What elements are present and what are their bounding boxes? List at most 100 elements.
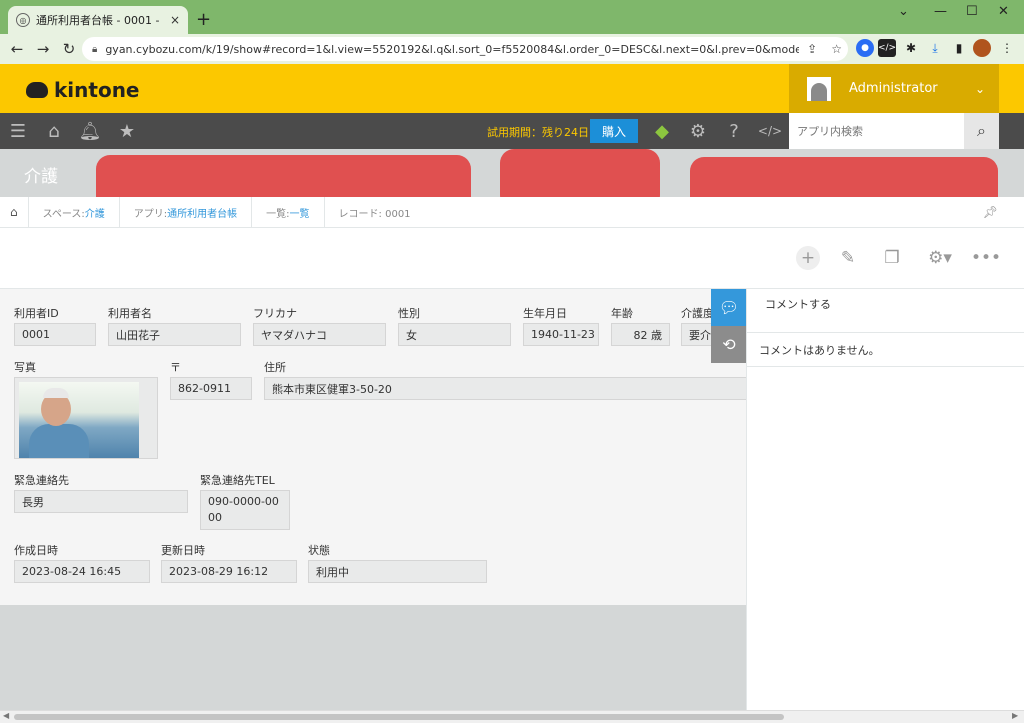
buy-button[interactable]: 購入	[590, 119, 638, 143]
add-record-icon[interactable]: +	[796, 246, 820, 270]
field-updated-at: 更新日時 2023-08-29 16:12	[161, 542, 297, 583]
field-label: 年齢	[611, 307, 633, 320]
new-tab-button[interactable]: +	[196, 9, 211, 30]
breadcrumb-app: アプリ: 通所利用者台帳	[120, 196, 253, 228]
breadcrumb: ⌂ スペース: 介護 アプリ: 通所利用者台帳 一覧: 一覧 レコード: 000…	[0, 196, 1024, 228]
user-menu[interactable]: Administrator ⌄	[789, 64, 999, 113]
code-icon[interactable]: </>	[758, 121, 782, 141]
trial-period-text: 試用期間：残り24日	[487, 126, 589, 139]
comments-panel: コメントする コメントはありません。	[746, 289, 1024, 710]
field-value: 1940-11-23	[523, 323, 599, 346]
breadcrumb-app-prefix: アプリ:	[133, 208, 168, 220]
pin-icon[interactable]: 📌︎	[983, 205, 998, 219]
user-avatar	[807, 76, 831, 101]
field-age: 年齢 82 歳	[611, 305, 670, 346]
forward-icon[interactable]: →	[30, 40, 56, 58]
field-emergency-tel: 緊急連絡先TEL 090-0000-0000	[200, 472, 290, 530]
field-label: 緊急連絡先	[14, 474, 69, 487]
horizontal-scrollbar[interactable]: ◀ ▶	[0, 710, 1024, 723]
scroll-right-icon[interactable]: ▶	[1012, 711, 1018, 720]
field-value: 長男	[14, 490, 188, 513]
redaction-shape	[690, 157, 998, 197]
history-tab-icon[interactable]: ⟲	[711, 326, 747, 363]
field-value: 熊本市東区健軍3-50-20	[264, 377, 746, 400]
field-value: 女	[398, 323, 511, 346]
field-user-name: 利用者名 山田花子	[108, 305, 241, 346]
devtools-extension-icon[interactable]: </>	[878, 39, 896, 57]
field-label: 状態	[308, 544, 330, 557]
field-value: 2023-08-24 16:45	[14, 560, 150, 583]
address-bar[interactable]: 🔒︎ gyan.cybozu.com/k/19/show#record=1&l.…	[82, 37, 848, 61]
field-value: 862-0911	[170, 377, 252, 400]
space-title: 介護	[24, 167, 58, 187]
breadcrumb-list-link[interactable]: 一覧	[290, 205, 310, 220]
bell-icon[interactable]: 🔔︎	[79, 121, 102, 142]
record-detail: 利用者ID 0001 利用者名 山田花子 フリカナ ヤマダハナコ 性別 女 生年…	[0, 289, 746, 605]
home-icon[interactable]: ⌂	[44, 121, 64, 142]
tab-search-icon[interactable]: ⌄	[898, 4, 909, 19]
field-value: 2023-08-29 16:12	[161, 560, 297, 583]
scrollbar-thumb[interactable]	[14, 714, 784, 720]
comment-post-box[interactable]: コメントする	[747, 289, 1024, 333]
browser-tab[interactable]: ◎ 通所利用者台帳 - 0001 - レコードの ×	[8, 6, 188, 34]
field-created-at: 作成日時 2023-08-24 16:45	[14, 542, 150, 583]
sidepanel-icon[interactable]: ▮	[950, 39, 968, 57]
breadcrumb-app-link[interactable]: 通所利用者台帳	[167, 205, 237, 220]
bookmark-star-icon[interactable]: ☆	[831, 42, 842, 56]
field-label: 〒	[170, 361, 181, 374]
help-icon[interactable]: ?	[724, 121, 744, 142]
profile-avatar[interactable]	[973, 39, 991, 57]
kintone-logo[interactable]: kintone	[26, 78, 140, 102]
breadcrumb-space: スペース: 介護	[29, 196, 120, 228]
share-icon[interactable]: ⇪	[807, 42, 817, 56]
field-label: 利用者ID	[14, 307, 59, 320]
url-text: gyan.cybozu.com/k/19/show#record=1&l.vie…	[105, 42, 800, 56]
puzzle-icon[interactable]: ✱	[902, 39, 920, 57]
field-label: 更新日時	[161, 544, 205, 557]
back-icon[interactable]: ←	[4, 40, 30, 58]
chevron-down-icon: ⌄	[974, 81, 985, 96]
field-label: 緊急連絡先TEL	[200, 474, 275, 487]
space-header: 介護	[0, 149, 1024, 197]
app-search	[789, 113, 964, 149]
field-label: 住所	[264, 361, 286, 374]
field-postal: 〒 862-0911	[170, 359, 252, 400]
extension-circle-icon[interactable]: ●	[856, 39, 874, 57]
field-status: 状態 利用中	[308, 542, 487, 583]
gear-icon[interactable]: ⚙	[688, 121, 708, 142]
download-icon[interactable]: ⤓	[926, 39, 944, 57]
maximize-icon[interactable]: ☐	[966, 4, 978, 19]
comment-tab-icon[interactable]: 💬︎	[711, 289, 747, 326]
field-user-id: 利用者ID 0001	[14, 305, 96, 346]
search-icon[interactable]: ⌕	[964, 113, 999, 149]
edit-icon[interactable]: ✎	[836, 246, 860, 270]
home-breadcrumb-icon[interactable]: ⌂	[0, 196, 29, 228]
lock-icon: 🔒︎	[92, 43, 98, 55]
beginner-icon[interactable]: ◆	[652, 121, 672, 142]
field-emergency-contact: 緊急連絡先 長男	[14, 472, 188, 513]
tab-close-icon[interactable]: ×	[170, 13, 180, 27]
field-value: 090-0000-0000	[200, 490, 290, 530]
more-options-icon[interactable]: •••	[971, 246, 1001, 270]
minimize-icon[interactable]: —	[934, 4, 947, 19]
scroll-left-icon[interactable]: ◀	[3, 711, 9, 720]
redaction-shape	[500, 149, 660, 197]
field-label: 生年月日	[523, 307, 567, 320]
field-value: 0001	[14, 323, 96, 346]
logo-text: kintone	[54, 78, 140, 102]
menu-dots-icon[interactable]: ⋮	[998, 39, 1016, 57]
star-icon[interactable]: ★	[117, 121, 137, 142]
field-value: ヤマダハナコ	[253, 323, 386, 346]
field-birthdate: 生年月日 1940-11-23	[523, 305, 599, 346]
duplicate-icon[interactable]: ❐	[880, 246, 904, 270]
breadcrumb-space-link[interactable]: 介護	[85, 205, 105, 220]
no-comments-text: コメントはありません。	[747, 333, 1024, 367]
field-photo: 写真	[14, 359, 158, 459]
reload-icon[interactable]: ↻	[56, 40, 82, 58]
search-input[interactable]	[797, 124, 947, 138]
hamburger-menu-icon[interactable]: ☰	[8, 121, 28, 142]
user-photo[interactable]	[14, 377, 158, 459]
page-background	[0, 605, 746, 710]
settings-gear-icon[interactable]: ⚙▾	[920, 246, 960, 270]
close-window-icon[interactable]: ✕	[998, 4, 1009, 19]
